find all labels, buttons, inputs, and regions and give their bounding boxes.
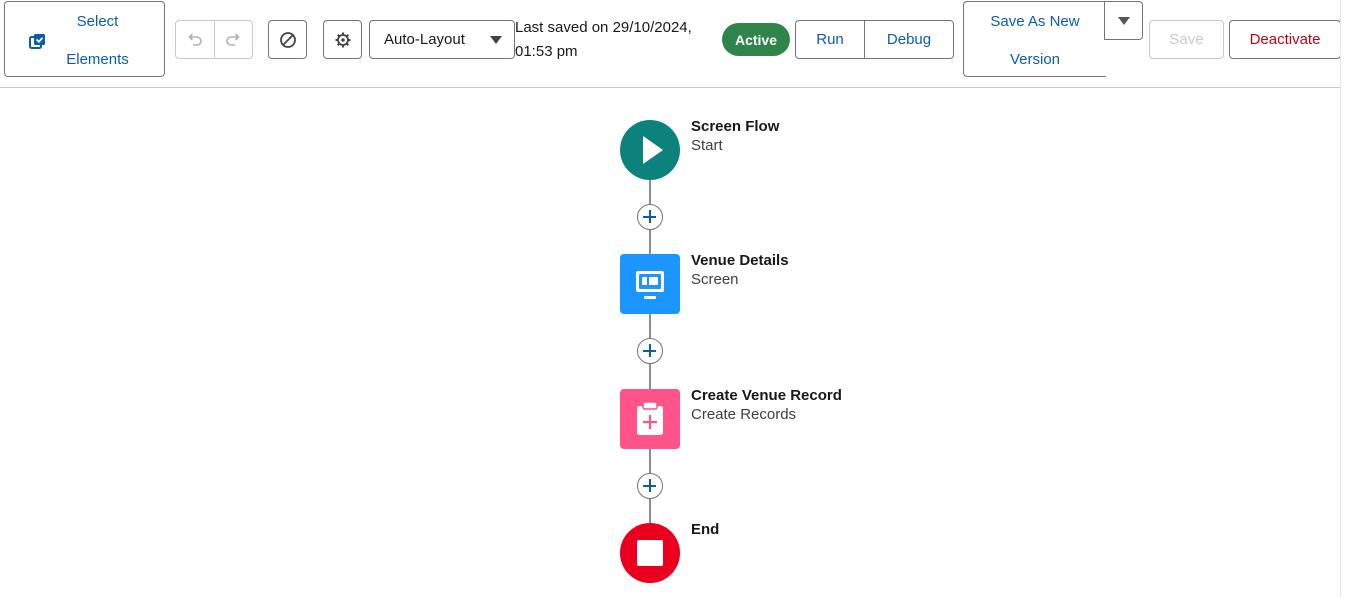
stop-icon [637,540,663,566]
undo-redo-group [175,20,253,59]
node-type: Create Records [691,406,797,423]
chevron-down-icon [1117,16,1130,25]
last-saved-line1: Last saved on 29/10/2024, [515,19,692,36]
save-as-new-version-button[interactable]: Save As New Version [963,1,1106,77]
canvas-divider [1340,0,1341,597]
status-badge: Active [722,23,790,56]
layout-mode-value: Auto-Layout [384,31,465,48]
layout-mode-select[interactable]: Auto-Layout [369,20,515,59]
start-node[interactable] [620,120,680,180]
save-button[interactable]: Save [1149,20,1224,59]
gear-icon [335,32,350,47]
undo-button[interactable] [176,21,214,58]
select-elements-icon [29,34,45,49]
run-button[interactable]: Run [796,21,864,58]
screen-node-venue-details[interactable] [620,254,680,314]
debug-button[interactable]: Debug [864,21,953,58]
undo-icon [188,32,202,46]
last-saved-text: Last saved on 29/10/2024, 01:53 pm [515,16,715,64]
add-element-button[interactable] [637,338,663,364]
create-records-node[interactable] [620,389,680,449]
end-node [620,523,680,583]
create-records-node-label: Create Venue Record Create Records [691,386,842,424]
play-icon [643,136,663,164]
select-elements-label-line1: Select [76,13,119,30]
node-type: Start [691,137,723,154]
redo-icon [226,32,240,46]
node-title: Create Venue Record [691,387,842,404]
save-as-new-line1: Save As New [990,13,1080,30]
add-element-button[interactable] [637,473,663,499]
clipboard-plus-icon [637,401,663,435]
deactivate-button[interactable]: Deactivate [1229,20,1341,59]
screen-icon [636,271,664,299]
flow-properties-button[interactable] [323,20,362,59]
select-elements-button[interactable]: Select Elements [4,1,165,77]
node-title: Venue Details [691,252,789,269]
select-elements-label-line2: Elements [66,51,129,68]
screen-node-label: Venue Details Screen [691,251,789,289]
redo-button[interactable] [213,21,253,58]
builder-toolbar: Select Elements Auto-Layout Last saved o… [0,0,1341,88]
start-node-label: Screen Flow Start [691,117,779,155]
errors-warnings-button[interactable] [268,20,307,59]
node-type: Screen [691,271,739,288]
run-debug-group: Run Debug [795,20,954,59]
ban-icon [279,31,296,48]
add-element-button[interactable] [637,204,663,230]
save-as-new-line2: Version [1009,51,1061,68]
node-title: Screen Flow [691,118,780,135]
end-node-label: End [691,520,719,539]
last-saved-line2: 01:53 pm [515,43,578,60]
save-options-menu-button[interactable] [1104,1,1143,40]
node-title: End [691,521,720,538]
chevron-down-icon [490,36,502,44]
